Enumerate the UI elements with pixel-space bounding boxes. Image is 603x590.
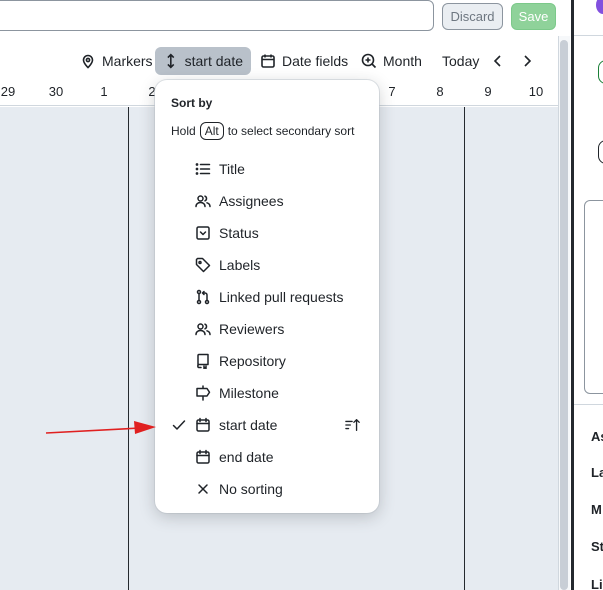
divider-line <box>574 35 603 36</box>
field-label-labels: La <box>591 465 603 480</box>
next-button[interactable] <box>519 47 535 75</box>
check-icon <box>171 417 187 433</box>
sort-ascending-icon[interactable] <box>345 417 363 433</box>
date-label: 9 <box>484 84 492 99</box>
field-label-milestone: M <box>591 502 602 517</box>
date-label: 1 <box>100 84 108 99</box>
today-button[interactable]: Today <box>442 47 479 75</box>
date-fields-label: Date fields <box>282 53 349 69</box>
sort-arrows-icon <box>167 53 175 69</box>
previous-button[interactable] <box>490 47 506 75</box>
sort-option-labels[interactable]: Labels <box>155 249 379 281</box>
scrollbar-thumb[interactable] <box>560 40 568 590</box>
field-label-assignees: As <box>591 429 603 444</box>
option-label: No sorting <box>219 481 283 497</box>
sort-option-linked-pull-requests[interactable]: Linked pull requests <box>155 281 379 313</box>
sort-option-end-date[interactable]: end date <box>155 441 379 473</box>
option-label: Labels <box>219 257 261 273</box>
x-icon <box>195 481 211 497</box>
sort-option-start-date[interactable]: start date <box>155 409 379 441</box>
sort-option-status[interactable]: Status <box>155 217 379 249</box>
today-label: Today <box>442 53 480 69</box>
status-circle <box>598 140 603 164</box>
title-input[interactable] <box>0 0 434 31</box>
sort-option-no-sorting[interactable]: No sorting <box>155 473 379 505</box>
zoom-in-icon <box>361 53 377 69</box>
field-label-linked: Li <box>591 577 603 590</box>
zoom-button[interactable]: Month <box>361 47 422 75</box>
single-select-icon <box>195 225 211 241</box>
timeline-marker-line <box>464 107 465 590</box>
chevron-right-icon <box>524 55 532 67</box>
option-label: Reviewers <box>219 321 285 337</box>
calendar-icon <box>195 417 211 433</box>
sort-button[interactable]: start date <box>155 47 251 75</box>
item-detail-panel: As La M St Li <box>574 0 603 590</box>
status-circle <box>598 60 603 84</box>
date-fields-button[interactable]: Date fields <box>260 47 348 75</box>
option-label: Status <box>219 225 259 241</box>
git-pull-request-icon <box>195 289 211 305</box>
option-label: start date <box>219 417 278 433</box>
zoom-label: Month <box>383 53 422 69</box>
tag-icon <box>195 257 211 273</box>
location-pin-icon <box>82 54 94 69</box>
option-label: end date <box>219 449 274 465</box>
option-label: Linked pull requests <box>219 289 344 305</box>
hint-text: Hold <box>171 124 196 138</box>
divider-line <box>574 404 603 405</box>
option-label: Title <box>219 161 245 177</box>
calendar-icon <box>261 54 275 68</box>
menu-title: Sort by <box>171 96 213 110</box>
sort-option-repository[interactable]: Repository <box>155 345 379 377</box>
markers-button[interactable]: Markers <box>80 47 153 75</box>
date-label: 10 <box>528 84 544 99</box>
sort-option-title[interactable]: Title <box>155 153 379 185</box>
option-label: Milestone <box>219 385 279 401</box>
option-label: Repository <box>219 353 286 369</box>
people-icon <box>195 321 211 337</box>
repo-icon <box>195 353 211 370</box>
list-icon <box>195 161 211 177</box>
sort-button-label: start date <box>184 53 243 69</box>
date-label: 7 <box>388 84 396 99</box>
alt-key-badge: Alt <box>199 122 224 140</box>
people-icon <box>195 193 211 209</box>
menu-hint: Hold Alt to select secondary sort <box>171 122 354 140</box>
markers-label: Markers <box>102 53 153 69</box>
hint-text: to select secondary sort <box>227 124 355 138</box>
sort-option-assignees[interactable]: Assignees <box>155 185 379 217</box>
comment-box[interactable] <box>584 200 603 394</box>
milestone-icon <box>195 385 211 401</box>
timeline-marker-line <box>128 107 129 590</box>
sort-by-menu: Sort by Hold Alt to select secondary sor… <box>155 80 379 513</box>
avatar <box>596 0 603 14</box>
option-label: Assignees <box>219 193 284 209</box>
date-label: 30 <box>48 84 64 99</box>
chevron-left-icon <box>493 55 501 67</box>
date-label: 8 <box>436 84 444 99</box>
field-label-status: St <box>591 539 603 554</box>
discard-button[interactable]: Discard <box>442 3 503 30</box>
sort-option-milestone[interactable]: Milestone <box>155 377 379 409</box>
calendar-icon <box>195 449 211 465</box>
date-label: 29 <box>0 84 16 99</box>
save-button[interactable]: Save <box>511 3 556 30</box>
sort-option-reviewers[interactable]: Reviewers <box>155 313 379 345</box>
